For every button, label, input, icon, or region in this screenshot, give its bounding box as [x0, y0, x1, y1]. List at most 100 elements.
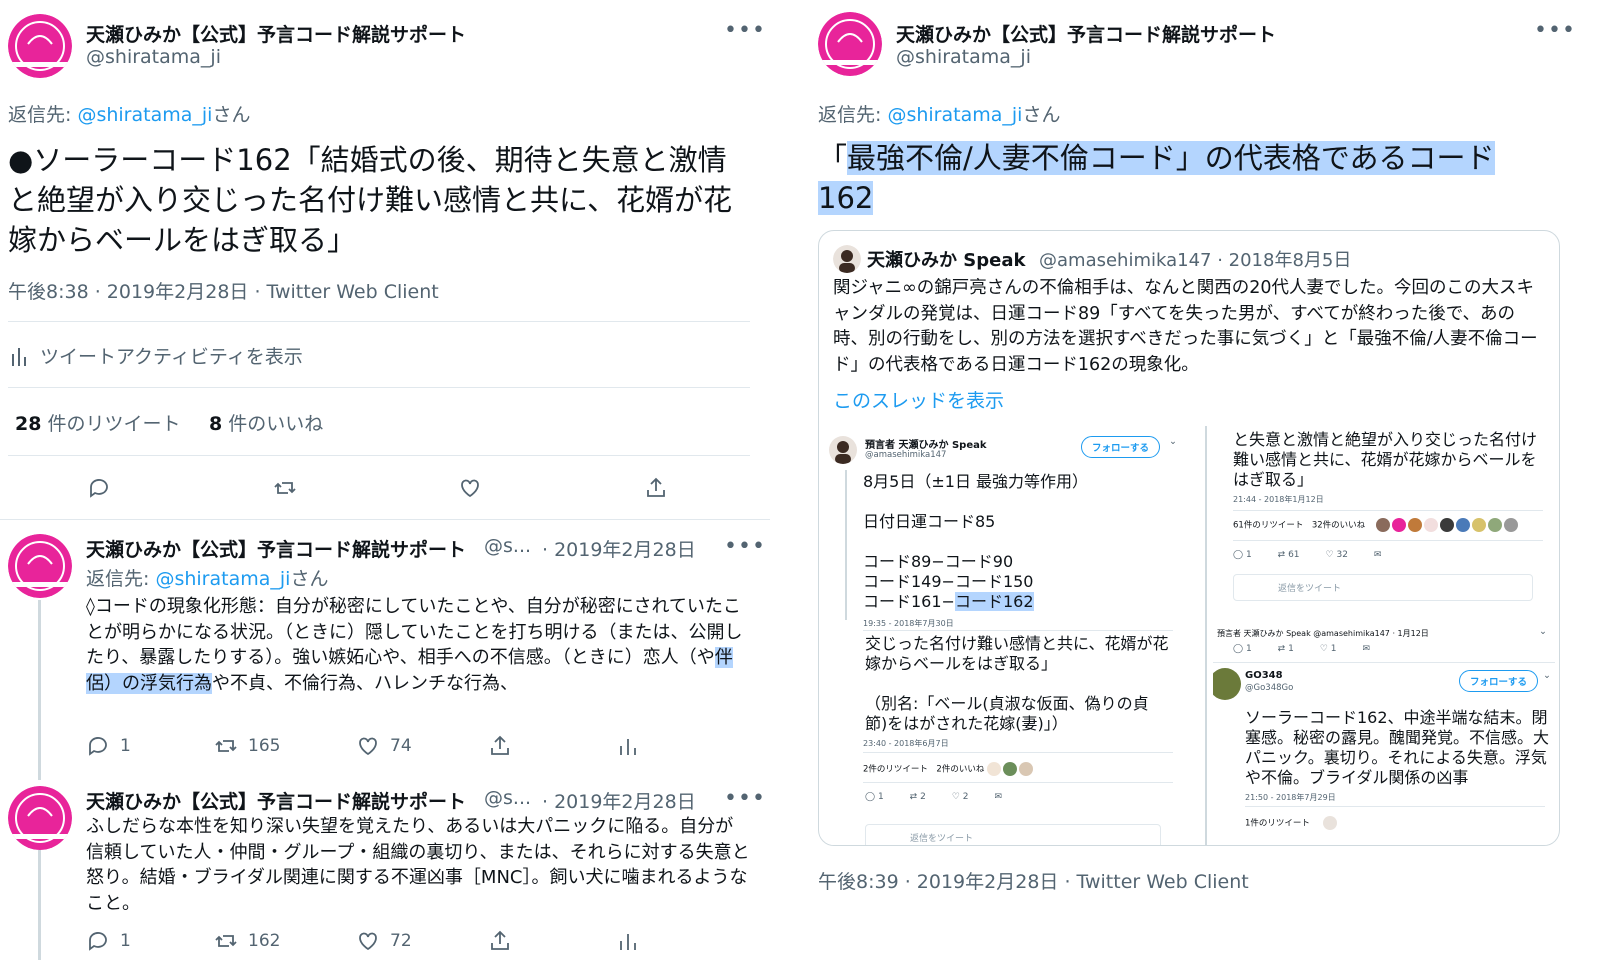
author-name[interactable]: 天瀬ひみか【公式】予言コード解説サポート: [86, 787, 466, 814]
author-handle[interactable]: @s...: [484, 787, 531, 809]
more-options-icon[interactable]: •••: [1534, 20, 1576, 42]
share-button[interactable]: [488, 929, 512, 953]
tweet-activity-link[interactable]: ツイートアクティビティを表示: [10, 342, 303, 369]
reply-button[interactable]: [87, 476, 111, 500]
retweet-button[interactable]: 165: [214, 734, 280, 758]
mini-reply-box: 返信をツイート: [1233, 574, 1533, 601]
liker-avatar: [1003, 762, 1018, 776]
author-avatar[interactable]: [8, 14, 72, 78]
reply-mention-link[interactable]: @shiratama_ji: [155, 568, 290, 590]
like-button[interactable]: [458, 476, 482, 500]
reply-prefix: 返信先:: [818, 104, 882, 126]
more-options-icon[interactable]: •••: [724, 536, 766, 558]
reply-button[interactable]: 1: [86, 734, 131, 758]
embedded-screenshot-left: 預言者 天瀬ひみか Speak @amasehimika147 フォローする ⌄…: [825, 426, 1187, 845]
retweets-stat[interactable]: 28 件のリツイート: [15, 409, 181, 436]
divider: [0, 519, 770, 520]
reply-button[interactable]: 1: [86, 929, 131, 953]
reply-icon: [89, 932, 107, 951]
mini-mail-icon: ✉: [1373, 550, 1382, 560]
mini-avatar: [1213, 668, 1241, 700]
liker-avatar: [1322, 816, 1337, 830]
divider: [1245, 806, 1545, 807]
mini-reply: ◯ 1: [1233, 644, 1252, 654]
mini-timestamp: 21:50 - 2018年7月29日: [1245, 793, 1336, 802]
mini-author-handle: @Go348Go: [1245, 683, 1294, 693]
left-tweet-panel: 天瀬ひみか【公式】予言コード解説サポート @shiratama_ji ••• 返…: [0, 0, 770, 978]
mini-reply: ◯ 1: [1233, 550, 1252, 560]
mini-reply-box: 返信をツイート: [865, 824, 1161, 845]
tweet-timestamp[interactable]: 午後8:38 · 2019年2月28日 · Twitter Web Client: [8, 277, 439, 304]
mini-timestamp: 21:44 - 2018年1月12日: [1233, 495, 1324, 504]
retweet-icon: [215, 935, 237, 947]
mini-action-bar: ◯ 1 ⇄ 2 ♡ 2 ✉: [865, 792, 1002, 802]
reply-mention-link[interactable]: @shiratama_ji: [887, 104, 1022, 126]
mini-like: ♡ 1: [1319, 644, 1337, 654]
analytics-icon: [12, 347, 26, 366]
mini-mail-icon: ✉: [994, 792, 1003, 802]
highlighted-text: コード162: [954, 592, 1034, 611]
author-name[interactable]: 天瀬ひみか【公式】予言コード解説サポート: [86, 535, 466, 562]
mini-line: コード161−コード162: [863, 592, 1034, 612]
more-options-icon[interactable]: •••: [724, 20, 766, 42]
reply-prefix: 返信先:: [8, 104, 72, 126]
mini-text: 交じった名付け難い感情と共に、花婿が花嫁からベールをはぎ取る」: [865, 634, 1169, 673]
tweet-timestamp[interactable]: 午後8:39 · 2019年2月28日 · Twitter Web Client: [818, 867, 1249, 894]
mini-retweet-count: 61: [1288, 550, 1300, 560]
author-name[interactable]: 天瀬ひみか【公式】予言コード解説サポート: [86, 20, 466, 47]
share-button[interactable]: [488, 734, 512, 758]
author-handle[interactable]: @shiratama_ji: [896, 46, 1031, 68]
mini-retweet-count: 1: [1288, 644, 1294, 654]
liker-avatar: [1487, 518, 1502, 532]
quoted-tweet-card[interactable]: 天瀬ひみか Speak @amasehimika147 · 2018年8月5日 …: [818, 230, 1560, 846]
retweet-button[interactable]: 162: [214, 929, 280, 953]
chevron-down-icon: ⌄: [1539, 626, 1547, 637]
share-button[interactable]: [644, 476, 668, 500]
analytics-button[interactable]: [616, 734, 640, 758]
tweet-date[interactable]: · 2019年2月28日: [542, 535, 696, 562]
author-name[interactable]: 天瀬ひみか【公式】予言コード解説サポート: [896, 20, 1276, 47]
text-part: 「: [818, 141, 848, 175]
tweet-date[interactable]: · 2019年2月28日: [542, 787, 696, 814]
liker-avatar: [1019, 762, 1034, 776]
divider: [863, 630, 1173, 631]
mini-stats: 61件のリツイート 32件のいいね: [1233, 518, 1520, 532]
mini-timestamp: 23:40 - 2018年6月7日: [863, 739, 949, 748]
reply-prefix: 返信先:: [86, 568, 150, 590]
reply-icon: [89, 737, 107, 756]
divider: [863, 752, 1173, 753]
quoted-tweet-text: 関ジャニ∞の錦戸亮さんの不倫相手は、なんと関西の20代人妻でした。今回のこの大ス…: [833, 278, 1538, 375]
author-avatar[interactable]: [8, 786, 72, 850]
retweet-button[interactable]: [273, 476, 297, 500]
screenshot-divider: [1205, 426, 1207, 845]
like-button[interactable]: 72: [356, 929, 412, 953]
liker-avatar: [1471, 518, 1486, 532]
text-part: ◊コードの現象化形態：自分が秘密にしていたことや、自分が秘密にされていたことが明…: [86, 596, 743, 668]
reply-suffix: さん: [212, 104, 251, 126]
analytics-button[interactable]: [616, 929, 640, 953]
more-options-icon[interactable]: •••: [724, 788, 766, 810]
reply-mention-link[interactable]: @shiratama_ji: [77, 104, 212, 126]
show-thread-link[interactable]: このスレッドを表示: [833, 386, 1004, 413]
share-icon: [647, 477, 665, 497]
heart-icon: [461, 479, 479, 498]
mini-retweet: ⇄ 1: [1277, 644, 1294, 654]
like-button[interactable]: 74: [356, 734, 412, 758]
mini-avatar: [829, 436, 857, 464]
author-avatar[interactable]: [818, 12, 882, 76]
retweet-icon: [215, 740, 237, 752]
likes-stat[interactable]: 8 件のいいね: [209, 409, 323, 436]
mini-text: コード161−: [863, 592, 955, 611]
analytics-icon: [620, 934, 636, 950]
author-handle[interactable]: @s...: [484, 535, 531, 557]
author-handle[interactable]: @shiratama_ji: [86, 46, 221, 68]
reply-to-line: 返信先: @shiratama_jiさん: [818, 100, 1060, 127]
liker-avatar: [1407, 518, 1422, 532]
mini-author-name: 預言者 天瀬ひみか Speak: [865, 440, 987, 451]
reply-count: 1: [120, 736, 131, 756]
chevron-down-icon: ⌄: [1543, 670, 1551, 681]
author-avatar[interactable]: [8, 534, 72, 598]
mini-stats: 1件のリツイート: [1245, 816, 1339, 830]
share-icon: [491, 735, 509, 755]
mini-retweet: ⇄ 2: [909, 792, 926, 802]
